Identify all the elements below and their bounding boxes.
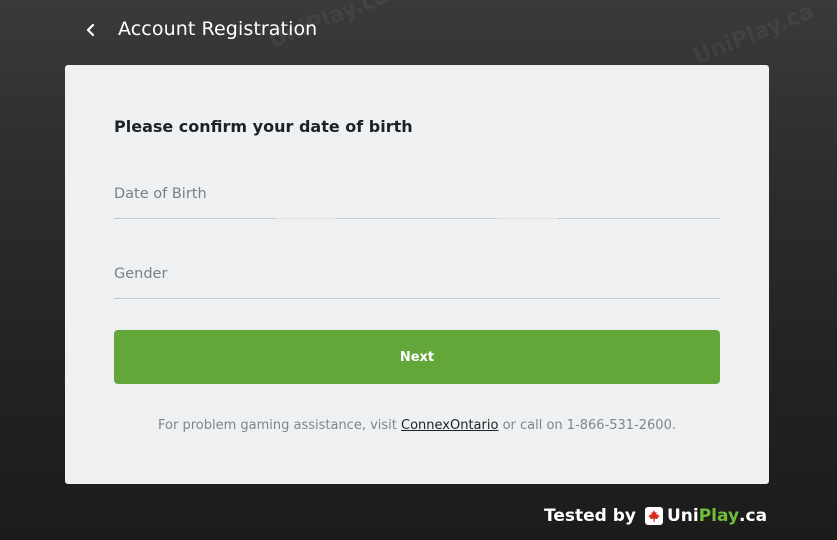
- dob-month-underline: [336, 218, 497, 219]
- brand-play: Play: [698, 506, 740, 526]
- page-title: Account Registration: [118, 18, 318, 40]
- registration-card: Please confirm your date of birth Date o…: [65, 65, 769, 484]
- dob-year-underline: [558, 218, 720, 219]
- connexontario-link[interactable]: ConnexOntario: [401, 418, 498, 433]
- chevron-left-icon: [86, 23, 95, 37]
- maple-leaf-icon: [644, 507, 663, 525]
- top-bar: Account Registration: [0, 0, 837, 64]
- tested-by-badge: Tested by Uni Play .ca: [544, 503, 767, 529]
- gender-field[interactable]: Gender: [114, 257, 720, 299]
- date-of-birth-label: Date of Birth: [114, 186, 207, 202]
- tested-by-label: Tested by: [544, 506, 636, 526]
- help-suffix: or call on 1-866-531-2600.: [498, 418, 676, 433]
- date-of-birth-field[interactable]: Date of Birth: [114, 177, 720, 219]
- divider: [275, 218, 336, 219]
- help-prefix: For problem gaming assistance, visit: [158, 418, 402, 433]
- dob-day-underline: [114, 218, 275, 219]
- brand-uni: Uni: [666, 506, 699, 526]
- divider: [497, 218, 558, 219]
- form-heading: Please confirm your date of birth: [114, 117, 413, 136]
- back-button[interactable]: [80, 16, 104, 44]
- gender-label: Gender: [114, 266, 168, 282]
- problem-gaming-notice: For problem gaming assistance, visit Con…: [65, 418, 769, 433]
- brand-tld: .ca: [739, 506, 768, 526]
- next-button[interactable]: Next: [114, 330, 720, 384]
